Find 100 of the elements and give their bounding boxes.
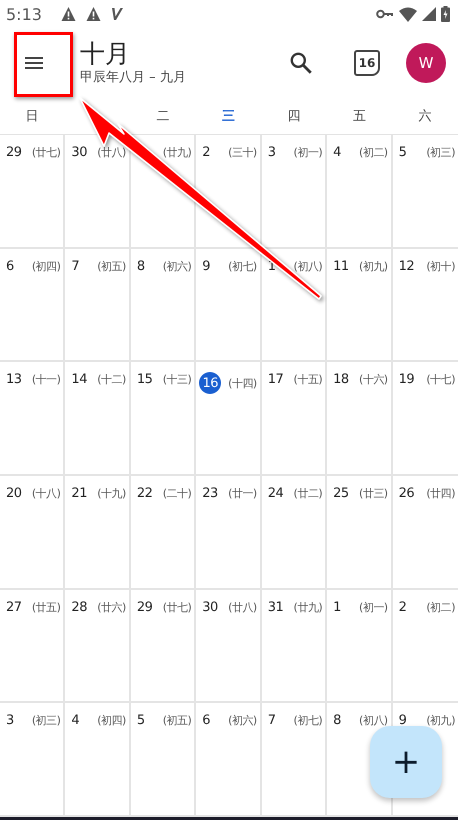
date-number: 4 xyxy=(333,145,341,160)
date-number: 1 xyxy=(333,600,341,615)
lunar-date: (十四) xyxy=(228,376,257,391)
date-number: 27 xyxy=(6,600,22,615)
lunar-date: (十二) xyxy=(97,372,126,388)
lunar-date: (初九) xyxy=(358,258,388,274)
date-number: 6 xyxy=(202,713,210,728)
lunar-date: (十九) xyxy=(97,486,126,501)
date-number: 22 xyxy=(136,486,152,501)
lunar-date: (初七) xyxy=(294,713,322,728)
lunar-date: (廿三) xyxy=(358,486,388,501)
date-number: 30 xyxy=(71,145,87,160)
key-icon xyxy=(376,9,394,19)
date-number: 26 xyxy=(398,486,414,501)
lunar-date: (十八) xyxy=(32,486,60,501)
lunar-date: (初四) xyxy=(97,713,126,728)
lunar-date: (初八) xyxy=(358,713,388,728)
lunar-date: (初二) xyxy=(426,600,455,615)
lunar-date: (十五) xyxy=(294,372,322,388)
account-avatar[interactable]: W xyxy=(406,43,446,83)
date-number: 8 xyxy=(333,713,341,728)
date-number: 20 xyxy=(6,486,22,501)
lunar-date: (初二) xyxy=(358,145,388,160)
lunar-date: (初三) xyxy=(426,145,455,160)
weekday-label: 五 xyxy=(352,108,366,125)
add-event-button[interactable]: + xyxy=(370,726,442,798)
weekday-label: 三 xyxy=(222,108,235,125)
date-number: 13 xyxy=(6,372,22,388)
weekday-label: 日 xyxy=(26,108,39,125)
date-number: 25 xyxy=(333,486,349,501)
lunar-date: (廿二) xyxy=(294,486,322,501)
lunar-date: (三十) xyxy=(228,145,257,160)
lunar-date: (初六) xyxy=(162,258,192,274)
lunar-date: (初六) xyxy=(228,713,257,728)
today-date: 16 xyxy=(199,372,222,394)
today-button[interactable]: 16 xyxy=(354,50,380,76)
battery-icon xyxy=(441,6,450,22)
date-number: 2 xyxy=(202,145,210,160)
lunar-date: (廿八) xyxy=(228,600,257,615)
warning-icon xyxy=(84,6,102,22)
wifi-icon xyxy=(399,6,417,22)
date-number: 6 xyxy=(6,258,14,274)
lunar-date: (初九) xyxy=(426,713,455,728)
date-number: 5 xyxy=(136,713,145,728)
lunar-date: (十六) xyxy=(358,372,388,388)
lunar-date: (十三) xyxy=(162,372,192,388)
lunar-date: (初五) xyxy=(162,713,192,728)
lunar-date: (廿七) xyxy=(162,600,192,615)
date-number: 30 xyxy=(202,600,218,615)
lunar-date: (廿一) xyxy=(228,486,257,501)
date-number: 8 xyxy=(136,258,145,274)
lunar-date: (初三) xyxy=(32,713,60,728)
lunar-date: (初八) xyxy=(294,258,322,274)
date-number: 14 xyxy=(71,372,87,388)
date-number: 7 xyxy=(268,713,276,728)
date-number: 29 xyxy=(6,145,22,160)
date-number: 2 xyxy=(398,600,406,615)
signal-icon xyxy=(422,7,436,21)
search-icon xyxy=(288,50,314,76)
lunar-date: (初四) xyxy=(32,258,60,274)
date-number: 11 xyxy=(333,258,349,274)
lunar-date: (初七) xyxy=(228,258,257,274)
weekday-label: 二 xyxy=(156,108,170,125)
lunar-date: (初五) xyxy=(97,258,126,274)
lunar-date: (廿四) xyxy=(426,486,455,501)
weekday-label: 四 xyxy=(287,108,300,125)
date-number: 24 xyxy=(268,486,284,501)
warning-icon xyxy=(60,6,77,22)
lunar-date: (廿九) xyxy=(162,145,192,160)
weekday-label: 六 xyxy=(418,108,432,125)
date-number: 28 xyxy=(71,600,87,615)
date-number: 9 xyxy=(398,713,406,728)
lunar-date: (廿九) xyxy=(294,600,322,615)
lunar-date: (廿七) xyxy=(32,145,60,160)
lunar-date: (初一) xyxy=(358,600,388,615)
date-number: 3 xyxy=(6,713,14,728)
date-number: 17 xyxy=(268,372,284,388)
lunar-month-range: 甲辰年八月 – 九月 xyxy=(80,69,187,87)
tick-icon xyxy=(110,7,124,21)
lunar-date: (廿六) xyxy=(97,600,126,615)
date-number: 7 xyxy=(71,258,80,274)
date-number: 5 xyxy=(398,145,406,160)
lunar-date: (廿五) xyxy=(32,600,60,615)
lunar-date: (十一) xyxy=(32,372,60,388)
lunar-date: (二十) xyxy=(162,486,192,501)
date-number: 15 xyxy=(136,372,152,388)
date-number: 12 xyxy=(398,258,414,274)
lunar-date: (初一) xyxy=(294,145,322,160)
date-number: 29 xyxy=(136,600,152,615)
month-title: 十月 xyxy=(80,39,131,69)
date-number: 19 xyxy=(398,372,414,388)
date-number: 21 xyxy=(71,486,87,501)
date-number: 4 xyxy=(71,713,80,728)
date-number: 3 xyxy=(268,145,276,160)
lunar-date: (十七) xyxy=(426,372,455,388)
date-number: 18 xyxy=(333,372,349,388)
clock-time: 5:13 xyxy=(6,4,42,24)
date-number: 23 xyxy=(202,486,218,501)
lunar-date: (廿八) xyxy=(97,145,126,160)
date-number: 9 xyxy=(202,258,210,274)
